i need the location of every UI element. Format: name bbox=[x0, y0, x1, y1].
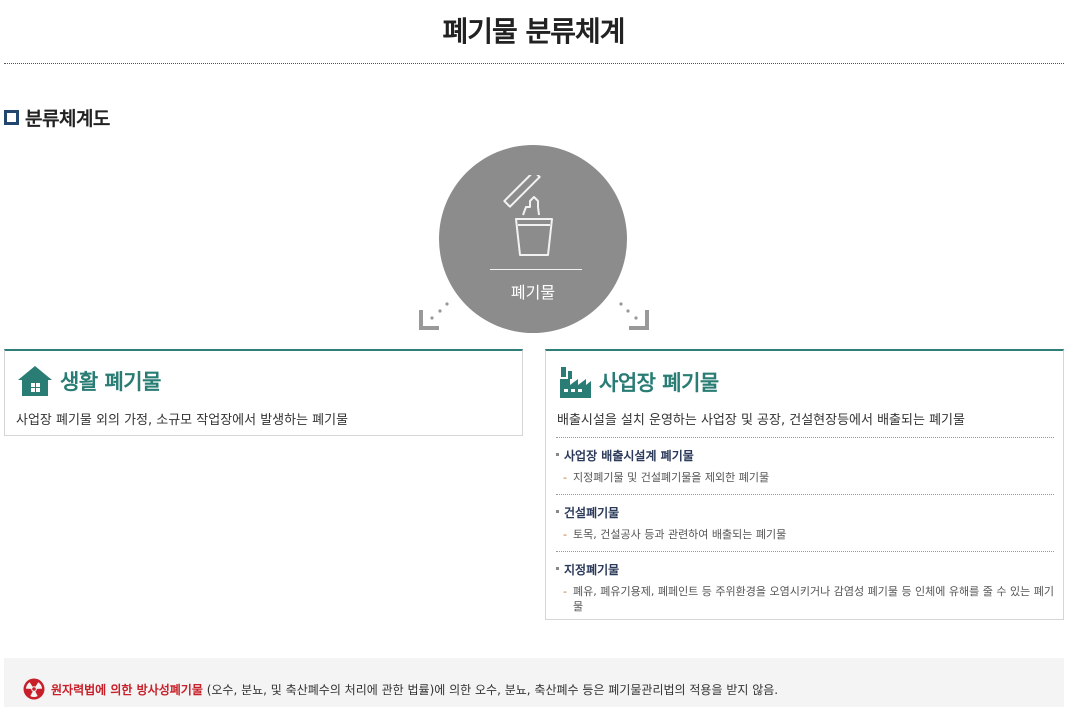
household-waste-card: 생활 폐기물 사업장 폐기물 외의 가정, 소규모 작업장에서 발생하는 폐기물 bbox=[4, 349, 523, 436]
household-waste-description: 사업장 폐기물 외의 가정, 소규모 작업장에서 발생하는 폐기물 bbox=[16, 413, 349, 428]
household-waste-title: 생활 폐기물 bbox=[60, 370, 161, 394]
waste-type-description: 폐유, 폐유기용제, 폐페인트 등 주위환경을 오염시키거나 감염성 폐기물 등… bbox=[556, 584, 1054, 614]
waste-type-description: 지정폐기물 및 건설폐기물을 제외한 폐기물 bbox=[556, 470, 1054, 485]
title-divider bbox=[4, 63, 1064, 64]
list-item: 사업장 배출시설계 폐기물 지정폐기물 및 건설폐기물을 제외한 폐기물 bbox=[556, 437, 1054, 494]
house-icon bbox=[18, 366, 52, 396]
business-waste-types: 사업장 배출시설계 폐기물 지정폐기물 및 건설폐기물을 제외한 폐기물 건설폐… bbox=[556, 437, 1054, 623]
business-waste-title: 사업장 폐기물 bbox=[599, 371, 719, 395]
factory-icon bbox=[560, 367, 591, 398]
root-divider bbox=[490, 269, 582, 270]
waste-type-title: 사업장 배출시설계 폐기물 bbox=[556, 447, 1054, 464]
exemption-notice: 원자력법에 의한 방사성폐기물 (오수, 분뇨, 및 축산폐수의 처리에 관한 … bbox=[4, 658, 1064, 707]
business-waste-header: 사업장 폐기물 bbox=[558, 365, 719, 399]
trash-bin-icon bbox=[503, 175, 553, 256]
section-heading: 분류체계도 bbox=[4, 104, 110, 131]
waste-root-node: 폐기물 bbox=[439, 145, 627, 333]
household-waste-header: 생활 폐기물 bbox=[17, 365, 161, 397]
notice-text: 원자력법에 의한 방사성폐기물 (오수, 분뇨, 및 축산폐수의 처리에 관한 … bbox=[51, 681, 778, 698]
notice-highlight: 원자력법에 의한 방사성폐기물 bbox=[51, 683, 203, 697]
waste-type-description: 토목, 건설공사 등과 관련하여 배출되는 폐기물 bbox=[556, 527, 1054, 542]
section-heading-label: 분류체계도 bbox=[25, 108, 110, 130]
page-title: 폐기물 분류체계 bbox=[442, 15, 625, 48]
notice-body: (오수, 분뇨, 및 축산폐수의 처리에 관한 법률)에 의한 오수, 분뇨, … bbox=[202, 683, 779, 697]
business-waste-card: 사업장 폐기물 배출시설을 설치 운영하는 사업장 및 공장, 건설현장등에서 … bbox=[545, 349, 1064, 620]
right-connector bbox=[619, 302, 649, 330]
list-item: 건설폐기물 토목, 건설공사 등과 관련하여 배출되는 폐기물 bbox=[556, 494, 1054, 551]
waste-type-title: 건설폐기물 bbox=[556, 504, 1054, 521]
list-item: 지정폐기물 폐유, 폐유기용제, 폐페인트 등 주위환경을 오염시키거나 감염성… bbox=[556, 551, 1054, 623]
waste-type-title: 지정폐기물 bbox=[556, 561, 1054, 578]
left-connector bbox=[419, 302, 449, 330]
square-bullet-icon bbox=[4, 110, 19, 125]
root-label: 폐기물 bbox=[510, 283, 556, 302]
radiation-icon bbox=[23, 678, 45, 700]
business-waste-description: 배출시설을 설치 운영하는 사업장 및 공장, 건설현장등에서 배출되는 폐기물 bbox=[557, 413, 965, 428]
